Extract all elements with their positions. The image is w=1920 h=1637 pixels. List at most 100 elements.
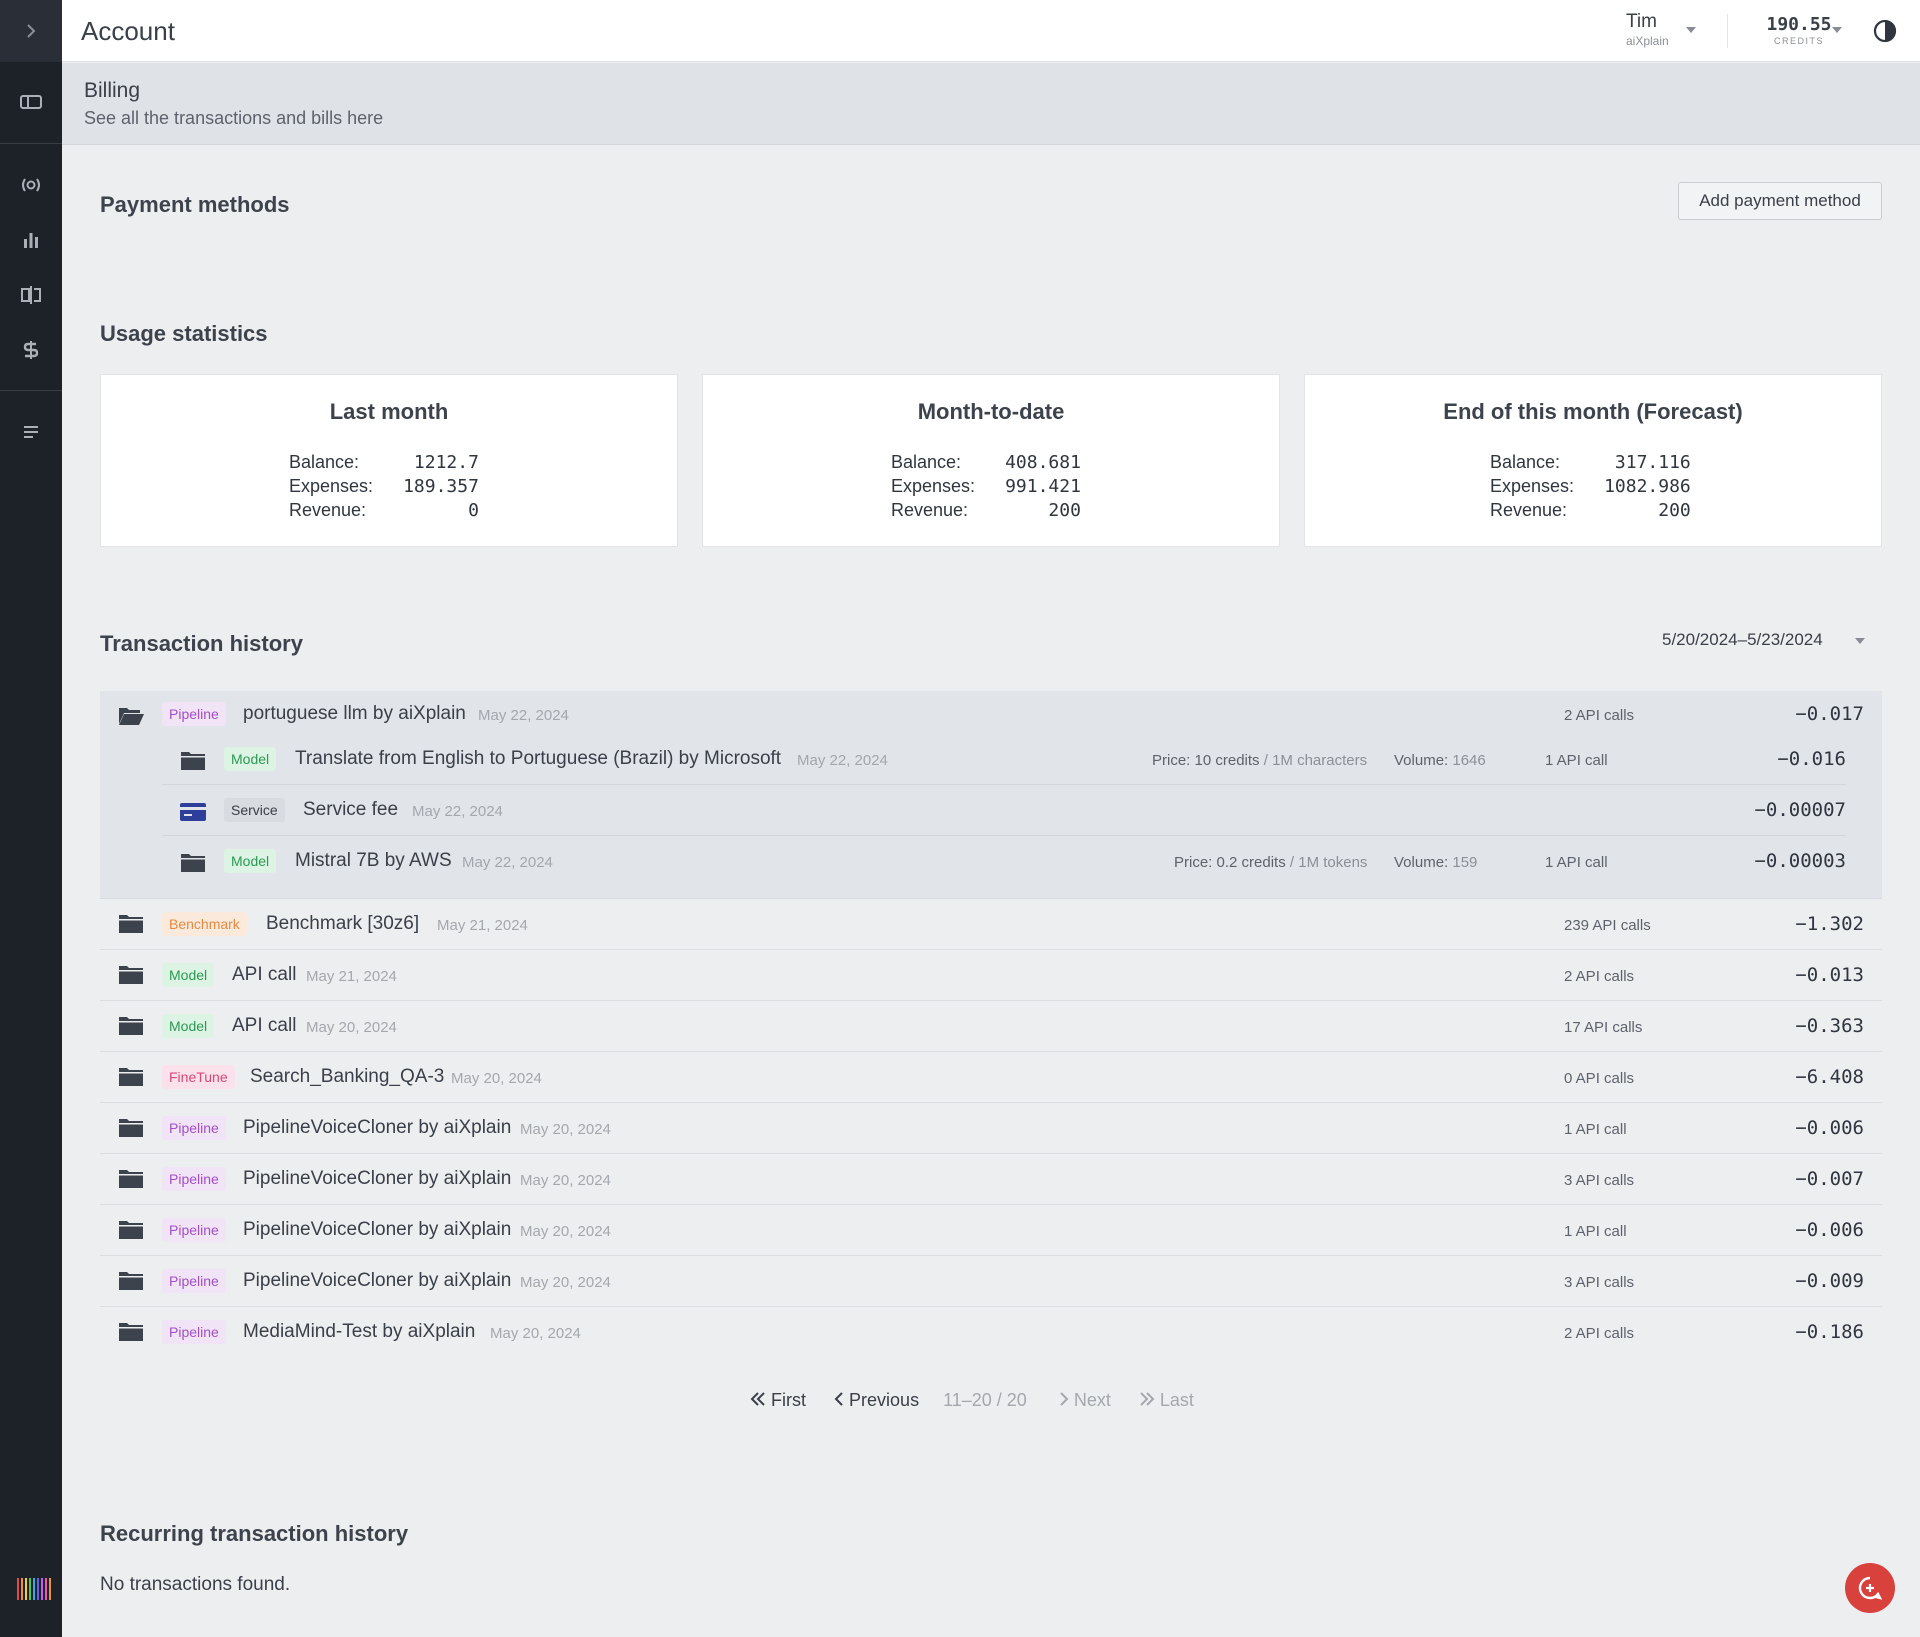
balance-label: Balance:	[891, 452, 962, 472]
type-badge: Pipeline	[162, 1269, 226, 1293]
credits-chevron-down-icon[interactable]	[1832, 27, 1842, 33]
api-calls-count: 2 API calls	[1564, 707, 1635, 724]
chevrons-right-icon	[1140, 1392, 1155, 1406]
type-badge: Pipeline	[162, 1320, 226, 1344]
folder-open-icon[interactable]	[118, 706, 144, 726]
compare-icon	[21, 286, 41, 304]
table-row[interactable]: Pipeline PipelineVoiceCloner by aiXplain…	[100, 1103, 1882, 1154]
table-row[interactable]: Pipeline PipelineVoiceCloner by aiXplain…	[100, 1205, 1882, 1256]
table-row[interactable]: Pipeline PipelineVoiceCloner by aiXplain…	[100, 1256, 1882, 1307]
previous-page-button[interactable]: Previous	[834, 1390, 919, 1411]
folder-icon[interactable]	[118, 1322, 144, 1342]
usage-card-forecast: End of this month (Forecast) Balance: 317…	[1304, 374, 1882, 547]
transaction-date: May 20, 2024	[520, 1172, 611, 1189]
type-badge: Pipeline	[162, 702, 226, 726]
brand-logo	[17, 1578, 51, 1600]
recurring-transaction-history-title: Recurring transaction history	[100, 1521, 409, 1546]
api-calls-count: 1 API call	[1545, 752, 1608, 769]
transaction-date: May 22, 2024	[797, 752, 888, 769]
add-payment-method-button[interactable]: Add payment method	[1678, 182, 1882, 220]
revenue-value: 200	[1658, 500, 1691, 521]
sidebar-toggle-button[interactable]	[0, 0, 62, 62]
expenses-value: 991.421	[1005, 476, 1081, 497]
theme-toggle-button[interactable]	[1873, 19, 1897, 48]
sidebar-item-logs[interactable]	[0, 412, 62, 452]
user-menu-chevron-down-icon[interactable]	[1686, 27, 1696, 33]
table-row[interactable]: Pipeline MediaMind-Test by aiXplain May …	[100, 1307, 1882, 1358]
folder-icon[interactable]	[118, 1220, 144, 1240]
transaction-name: MediaMind-Test by aiXplain	[243, 1321, 476, 1342]
billing-title: Billing	[84, 79, 141, 102]
api-calls-count: 2 API calls	[1564, 1325, 1635, 1342]
revenue-value: 0	[468, 500, 479, 521]
table-row[interactable]: Benchmark Benchmark [30z6] May 21, 2024 …	[100, 899, 1882, 950]
billing-icon	[23, 341, 39, 359]
expenses-value: 1082.986	[1604, 476, 1691, 497]
revenue-label: Revenue:	[1490, 500, 1568, 520]
sidebar-item-analytics[interactable]	[0, 220, 62, 260]
billing-subtitle: See all the transactions and bills here	[84, 108, 384, 128]
broadcast-icon	[22, 178, 40, 192]
date-range-picker[interactable]: 5/20/2024–5/23/2024	[1662, 630, 1823, 650]
type-badge: Model	[162, 1014, 215, 1038]
transaction-amount: −0.009	[1795, 1270, 1864, 1292]
transaction-date: May 22, 2024	[478, 707, 569, 724]
user-menu[interactable]: Tim aiXplain	[1626, 11, 1716, 48]
api-calls-count: 3 API calls	[1564, 1274, 1635, 1291]
first-page-button[interactable]: First	[750, 1390, 806, 1411]
api-calls-count: 17 API calls	[1564, 1019, 1643, 1036]
api-calls-count: 3 API calls	[1564, 1172, 1635, 1189]
folder-icon[interactable]	[118, 1016, 144, 1036]
date-range-chevron-down-icon[interactable]	[1855, 638, 1865, 644]
transaction-date: May 22, 2024	[462, 854, 553, 871]
api-calls-count: 1 API call	[1545, 854, 1608, 871]
folder-icon[interactable]	[118, 965, 144, 985]
table-row[interactable]: Model API call May 20, 2024 17 API calls…	[100, 1001, 1882, 1052]
transaction-group[interactable]: Pipeline portuguese llm by aiXplain May …	[100, 691, 1882, 899]
transaction-name: Service fee	[303, 799, 399, 820]
folder-icon[interactable]	[118, 1067, 144, 1087]
page-range: 11–20 / 20	[943, 1390, 1027, 1410]
sidebar-item-compare[interactable]	[0, 275, 62, 315]
transaction-amount: −0.00007	[1754, 799, 1846, 821]
table-row[interactable]: Pipeline PipelineVoiceCloner by aiXplain…	[100, 1154, 1882, 1205]
usage-card-month-to-date: Month-to-date Balance: 408.681 Expenses: 9…	[702, 374, 1280, 547]
transaction-amount: −1.302	[1795, 913, 1864, 935]
type-badge: FineTune	[162, 1065, 235, 1089]
folder-icon[interactable]	[118, 1169, 144, 1189]
last-page-button[interactable]: Last	[1139, 1390, 1194, 1411]
sidebar-item-discover[interactable]	[0, 165, 62, 205]
folder-icon[interactable]	[118, 1271, 144, 1291]
date-range-value: 5/20/2024–5/23/2024	[1662, 630, 1823, 649]
folder-icon[interactable]	[180, 751, 206, 771]
sidebar-item-dashboard[interactable]	[0, 82, 62, 122]
usage-statistics-title: Usage statistics	[100, 321, 268, 346]
top-bar: Account Tim aiXplain 190.55 CREDITS	[62, 0, 1920, 62]
chevron-right-icon	[27, 24, 36, 38]
payment-methods-title: Payment methods	[100, 192, 290, 217]
next-page-button[interactable]: Next	[1059, 1390, 1111, 1411]
transaction-amount: −0.006	[1795, 1117, 1864, 1139]
transaction-amount: −0.017	[1795, 703, 1864, 725]
transaction-name: PipelineVoiceCloner by aiXplain	[243, 1117, 512, 1138]
folder-icon[interactable]	[118, 1118, 144, 1138]
folder-icon[interactable]	[118, 914, 144, 934]
dashboard-icon	[20, 95, 42, 109]
type-badge: Service	[224, 798, 285, 822]
credits-menu[interactable]: 190.55 CREDITS	[1754, 14, 1844, 46]
credit-card-icon	[180, 803, 206, 821]
transaction-name: Translate from English to Portuguese (Br…	[295, 748, 782, 769]
sidebar-item-billing[interactable]	[0, 330, 62, 370]
volume-info: Volume: 1646	[1394, 752, 1486, 769]
transaction-date: May 20, 2024	[520, 1274, 611, 1291]
price-info: Price: 0.2 credits / 1M tokens	[1174, 854, 1368, 871]
transaction-date: May 20, 2024	[306, 1019, 397, 1036]
support-chat-button[interactable]	[1845, 1563, 1895, 1613]
balance-label: Balance:	[289, 452, 360, 472]
empty-state-message: No transactions found.	[100, 1574, 291, 1595]
balance-label: Balance:	[1490, 452, 1561, 472]
table-row[interactable]: FineTune Search_Banking_QA-3 May 20, 202…	[100, 1052, 1882, 1103]
folder-icon[interactable]	[180, 853, 206, 873]
table-row[interactable]: Model API call May 21, 2024 2 API calls …	[100, 950, 1882, 1001]
transaction-amount: −0.016	[1777, 748, 1846, 770]
